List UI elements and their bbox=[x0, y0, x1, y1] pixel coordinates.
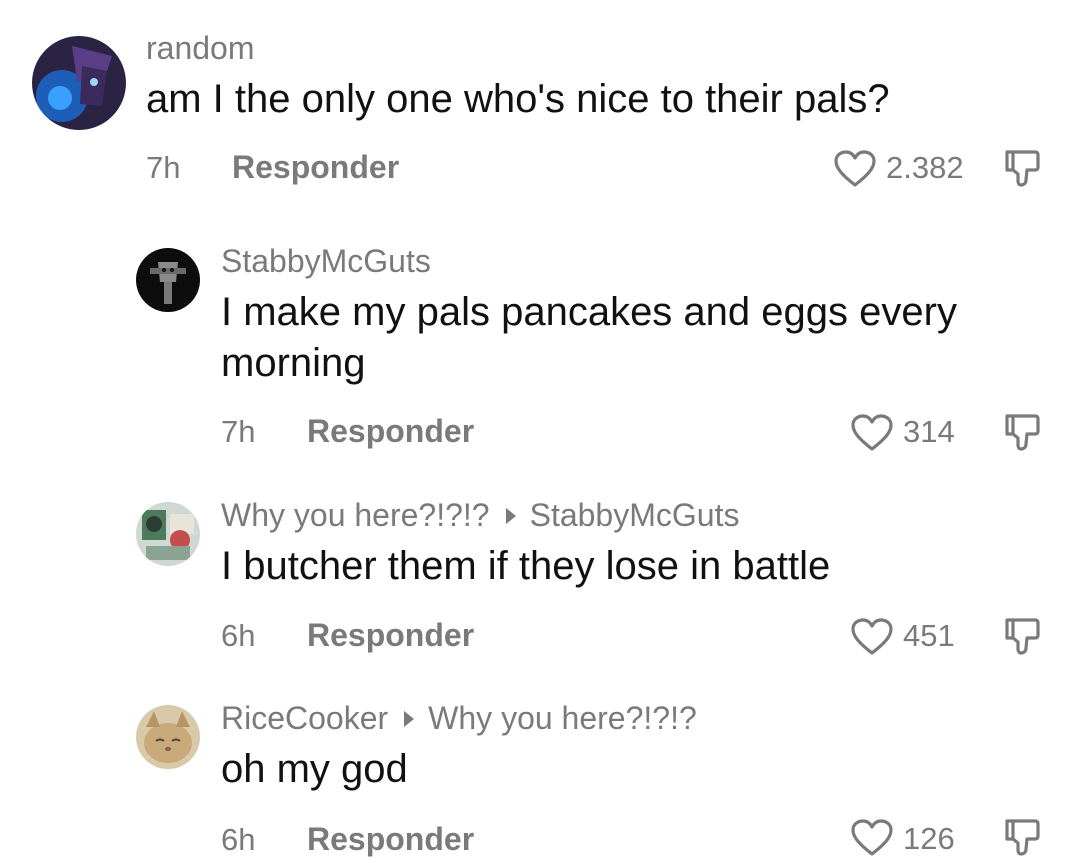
like-count: 126 bbox=[903, 821, 955, 856]
comment-username-link[interactable]: RiceCooker bbox=[221, 700, 388, 736]
cat-face-avatar-icon bbox=[136, 705, 200, 769]
reply-arrow-icon bbox=[404, 710, 415, 727]
reply-button[interactable]: Responder bbox=[307, 821, 474, 858]
avatar[interactable] bbox=[136, 705, 200, 769]
comment-time: 6h bbox=[221, 822, 256, 857]
comment-text: oh my god bbox=[221, 747, 408, 791]
heart-icon[interactable] bbox=[851, 819, 893, 857]
reply-to-username[interactable]: Why you here?!?!? bbox=[428, 700, 697, 736]
comment-username: RiceCooker Why you here?!?!? bbox=[221, 700, 697, 737]
dislike-icon[interactable] bbox=[1002, 817, 1042, 857]
comment: RiceCooker Why you here?!?!? oh my god 6h… bbox=[0, 0, 1080, 857]
